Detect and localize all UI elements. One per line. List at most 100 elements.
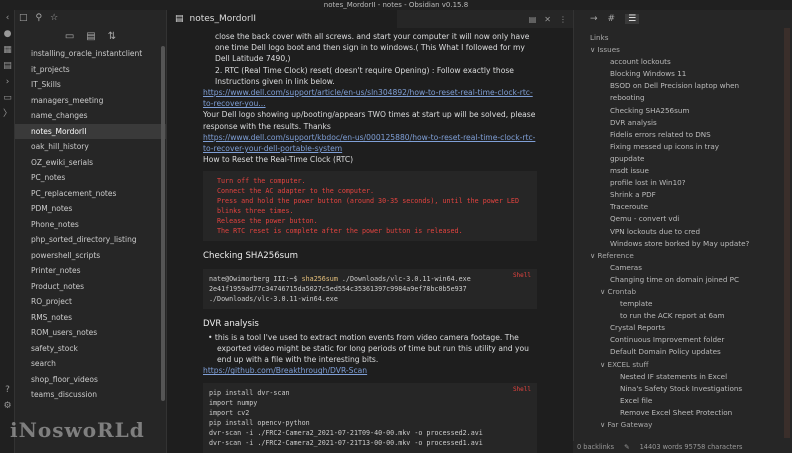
doc-text: How to Reset the Real-Time Clock (RTC) xyxy=(203,155,354,165)
doc-text: 2. RTC (Real Time Clock) reset( doesn't … xyxy=(215,65,514,86)
outline-link[interactable]: Nested IF statements in Excel xyxy=(590,371,792,383)
more-options-icon[interactable]: ⋮ xyxy=(559,15,567,24)
file-item[interactable]: PC_notes xyxy=(15,170,166,186)
doc-link[interactable]: https://www.dell.com/support/kbdoc/en-us… xyxy=(203,132,537,154)
new-note-icon[interactable]: ▭ xyxy=(65,31,74,42)
file-item[interactable]: Phone_notes xyxy=(15,217,166,233)
calendar-icon[interactable]: ▦ xyxy=(0,42,15,58)
rtc-step: Turn off the computer. xyxy=(217,177,306,186)
outline-link[interactable]: VPN lockouts due to cred xyxy=(590,226,792,238)
code-line: import cv2 xyxy=(209,408,250,417)
settings-help-icon[interactable]: ? xyxy=(0,382,15,398)
outline-link[interactable]: Qemu - convert vdi xyxy=(590,213,792,225)
outline-link[interactable]: Fidelis errors related to DNS xyxy=(590,129,792,141)
doc-link[interactable]: https://www.dell.com/support/article/en-… xyxy=(203,87,537,109)
code-line: dvr-scan -i ./FRC2-Camera2_2021-07-21T09… xyxy=(209,428,483,437)
outline-link[interactable]: account lockouts xyxy=(590,56,792,68)
word-count: 14403 words 95758 characters xyxy=(639,443,743,451)
code-lang-label: Shell xyxy=(512,385,531,393)
file-item[interactable]: name_changes xyxy=(15,108,166,124)
outline-link[interactable]: Checking SHA256sum xyxy=(590,105,792,117)
file-item[interactable]: IT_Skills xyxy=(15,77,166,93)
command-icon[interactable]: › xyxy=(0,74,15,90)
file-explorer: □ ⚲ ☆ ▭ ▤ ⇅ installing_oracle_instantcli… xyxy=(15,10,167,453)
outline-link[interactable]: Shrink a PDF xyxy=(590,189,792,201)
file-item[interactable]: PC_replacement_notes xyxy=(15,186,166,202)
file-item[interactable]: oak_hill_history xyxy=(15,139,166,155)
outline-link[interactable]: Crystal Reports xyxy=(590,322,792,334)
file-item[interactable]: installing_oracle_instantclient xyxy=(15,46,166,62)
tag-icon[interactable]: # xyxy=(608,14,616,24)
file-list-scrollbar[interactable] xyxy=(161,46,165,401)
code-line: pip install dvr-scan xyxy=(209,388,290,397)
outline-link[interactable]: Changing time on domain joined PC xyxy=(590,274,792,286)
watermark: iNoswoRLd xyxy=(10,418,145,442)
code-lang-label: Shell xyxy=(512,271,531,279)
dvr-link[interactable]: https://github.com/Breakthrough/DVR-Scan xyxy=(203,366,367,375)
outline-link[interactable]: DVR analysis xyxy=(590,117,792,129)
file-item[interactable]: search xyxy=(15,356,166,372)
rtc-step: Release the power button. xyxy=(217,217,318,226)
outline-link[interactable]: template xyxy=(590,298,792,310)
file-item[interactable]: notes_MordorII xyxy=(15,123,166,139)
file-item[interactable]: Product_notes xyxy=(15,279,166,295)
outline-group[interactable]: ∨ Issues xyxy=(590,44,792,56)
outline-link[interactable]: Blocking Windows 11 xyxy=(590,68,792,80)
file-item[interactable]: teams_discussion xyxy=(15,387,166,403)
star-icon[interactable]: ☆ xyxy=(50,13,58,23)
outline-link[interactable]: msdt issue xyxy=(590,165,792,177)
links-label: Links xyxy=(590,33,609,42)
outline-link[interactable]: Nina's Safety Stock Investigations xyxy=(590,383,792,395)
file-item[interactable]: RMS_notes xyxy=(15,310,166,326)
outline-link[interactable]: gpupdate xyxy=(590,153,792,165)
outline-link[interactable]: Excel file xyxy=(590,395,792,407)
outline-link[interactable]: to run the ACK report at 6am xyxy=(590,310,792,322)
template-icon[interactable]: ▤ xyxy=(0,58,15,74)
outline-link[interactable]: BSOD on Dell Precision laptop when xyxy=(590,80,792,92)
file-item[interactable]: powershell_scripts xyxy=(15,248,166,264)
file-item[interactable]: Printer_notes xyxy=(15,263,166,279)
outline-group[interactable]: ∨ Reference xyxy=(590,250,792,262)
file-item[interactable]: shop_floor_videos xyxy=(15,372,166,388)
file-item[interactable]: safety_stock xyxy=(15,341,166,357)
outline-link[interactable]: Default Domain Policy updates xyxy=(590,346,792,358)
collapse-left-icon[interactable]: ‹ xyxy=(0,10,15,26)
outline-link[interactable]: Continuous Improvement folder xyxy=(590,334,792,346)
outline-group[interactable]: ∨ EXCEL stuff xyxy=(590,359,792,371)
outline-link[interactable]: Remove Excel Sheet Protection xyxy=(590,407,792,419)
outline-group[interactable]: ∨ Crontab xyxy=(590,286,792,298)
note-content: close the back cover with all screws. an… xyxy=(167,28,573,453)
folder-icon[interactable]: □ xyxy=(19,13,28,23)
outline-link[interactable]: Traceroute xyxy=(590,201,792,213)
outline-link[interactable]: Fixing messed up icons in tray xyxy=(590,141,792,153)
outline-link[interactable]: profile lost in Win10? xyxy=(590,177,792,189)
new-folder-icon[interactable]: ▤ xyxy=(86,31,95,42)
outline-group[interactable]: ∨ Far Gateway xyxy=(590,419,792,431)
file-item[interactable]: RO_project xyxy=(15,294,166,310)
file-item[interactable]: ROM_users_notes xyxy=(15,325,166,341)
tab-notes-mordorii[interactable]: ▤ notes_MordorII xyxy=(167,10,397,28)
doc-text: close the back cover with all screws. an… xyxy=(215,32,530,64)
edit-icon[interactable]: ✎ xyxy=(624,443,630,451)
file-item[interactable]: OZ_ewiki_serials xyxy=(15,155,166,171)
rtc-step: Connect the AC adapter to the computer. xyxy=(217,187,375,196)
search-icon[interactable]: ⚲ xyxy=(36,13,43,23)
settings-icon[interactable]: ⚙ xyxy=(0,398,15,414)
outline-icon[interactable]: ☰ xyxy=(625,14,640,24)
outline-link[interactable]: Windows store borked by May update? xyxy=(590,238,792,250)
file-copy-icon[interactable]: ▭ xyxy=(0,90,15,106)
terminal-icon[interactable]: 〉 xyxy=(0,106,15,122)
code-line: pip install opencv-python xyxy=(209,418,310,427)
sort-icon[interactable]: ⇅ xyxy=(108,31,116,42)
file-item[interactable]: PDM_notes xyxy=(15,201,166,217)
close-icon[interactable]: ✕ xyxy=(544,15,551,24)
link-icon[interactable]: → xyxy=(590,14,598,24)
outline-link[interactable]: Cameras xyxy=(590,262,792,274)
file-item[interactable]: managers_meeting xyxy=(15,93,166,109)
file-item[interactable]: it_projects xyxy=(15,62,166,78)
outline-link[interactable]: rebooting xyxy=(590,92,792,104)
graph-icon[interactable]: ● xyxy=(0,26,15,42)
file-item[interactable]: php_sorted_directory_listing xyxy=(15,232,166,248)
reading-view-icon[interactable]: ▤ xyxy=(529,15,537,24)
code-line: dvr-scan -i ./FRC2-Camera2_2021-07-21T13… xyxy=(209,438,483,447)
